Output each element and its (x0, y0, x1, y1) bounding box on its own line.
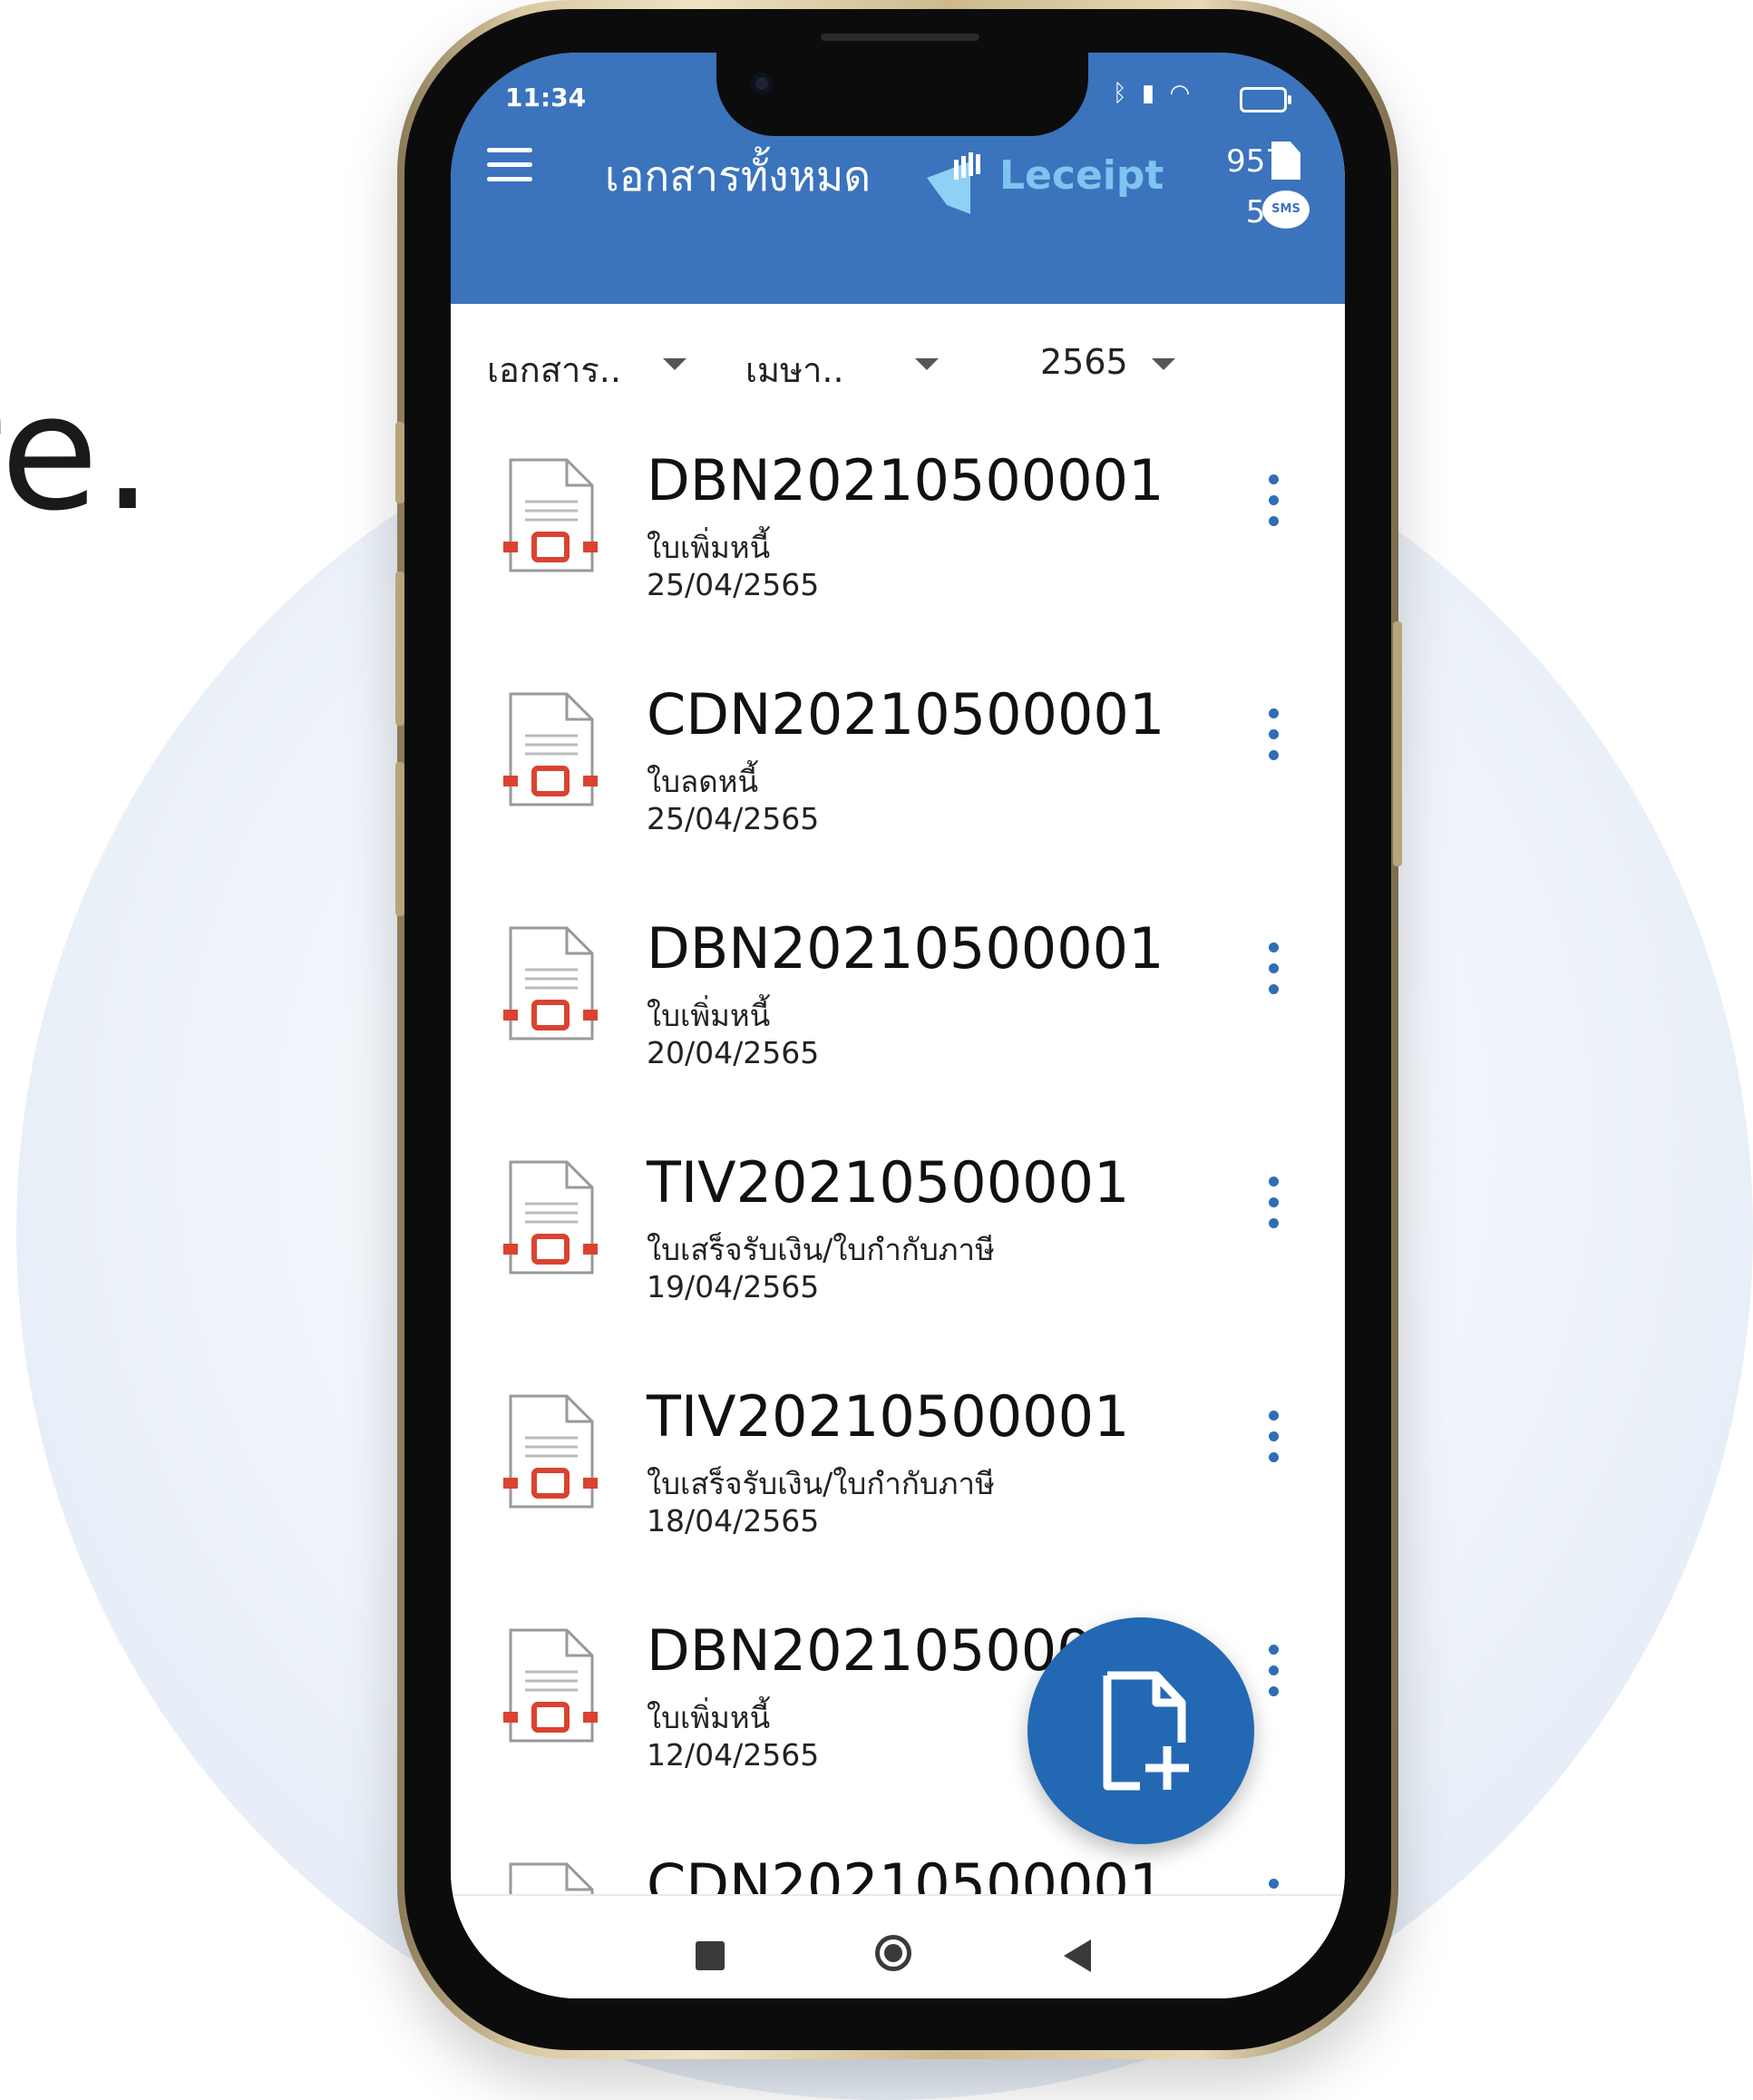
phone-speaker (821, 34, 979, 41)
document-type: ใบเพิ่มหนี้ (647, 1700, 771, 1735)
add-document-button[interactable] (1027, 1617, 1254, 1844)
document-number: DBN20210500001 (647, 915, 1164, 982)
list-item[interactable]: TIV20210500001 ใบเสร็จรับเงิน/ใบกำกับภาษ… (451, 1124, 1345, 1361)
signal-icon: ▮ (1141, 80, 1159, 107)
back-icon[interactable] (1064, 1939, 1091, 1972)
more-vertical-icon[interactable] (1263, 1645, 1283, 1706)
document-date: 20/04/2565 (647, 1035, 820, 1070)
recent-apps-icon[interactable] (696, 1941, 725, 1970)
filter-bar: เอกสาร.. เมษา.. 2565 (451, 304, 1345, 422)
menu-button[interactable] (487, 148, 532, 182)
document-date: 18/04/2565 (647, 1503, 820, 1538)
leceipt-logo-text: Leceipt (999, 152, 1164, 199)
bluetooth-icon: ᛒ (1113, 80, 1131, 107)
phone-volume-down (395, 762, 404, 916)
list-item[interactable]: DBN20210500001 ใบเพิ่มหนี้ 25/04/2565 (451, 422, 1345, 659)
pdf-document-icon (503, 458, 598, 572)
headline-text: re. (0, 360, 157, 546)
phone-power-button (1393, 621, 1402, 866)
pdf-document-icon (503, 926, 598, 1040)
battery-icon (1240, 87, 1291, 112)
document-number: TIV20210500001 (647, 1383, 1130, 1450)
document-number: CDN20210500001 (647, 681, 1165, 747)
pdf-document-icon (503, 1628, 598, 1743)
phone-volume-up (395, 571, 404, 726)
more-vertical-icon[interactable] (1263, 1177, 1283, 1238)
document-type: ใบเพิ่มหนี้ (647, 998, 771, 1033)
phone-notch (716, 53, 1088, 136)
system-nav-bar (451, 1894, 1345, 1998)
page-title: เอกสารทั้งหมด (605, 151, 872, 200)
wifi-icon: ◠ (1169, 80, 1194, 107)
chevron-down-icon[interactable] (1152, 358, 1175, 370)
more-vertical-icon[interactable] (1263, 474, 1283, 536)
document-date: 19/04/2565 (647, 1269, 820, 1304)
pdf-document-icon (503, 1160, 598, 1275)
document-number: TIV20210500001 (647, 1149, 1130, 1216)
month-dropdown[interactable]: เมษา.. (745, 342, 844, 397)
list-item[interactable]: CDN20210500001 ใบลดหนี้ 25/04/2565 (451, 656, 1345, 893)
add-document-icon (1103, 1671, 1189, 1791)
more-vertical-icon[interactable] (1263, 943, 1283, 1004)
chevron-down-icon[interactable] (915, 358, 939, 370)
chevron-down-icon[interactable] (663, 358, 687, 370)
document-number: DBN20210500001 (647, 447, 1164, 513)
document-type: ใบเสร็จรับเงิน/ใบกำกับภาษี (647, 1466, 995, 1501)
status-icons: ᛒ ▮ ◠ (1113, 80, 1193, 107)
status-time: 11:34 (505, 83, 587, 112)
document-type-dropdown[interactable]: เอกสาร.. (487, 342, 621, 397)
pdf-document-icon (503, 692, 598, 806)
document-type: ใบเสร็จรับเงิน/ใบกำกับภาษี (647, 1232, 995, 1267)
document-date: 25/04/2565 (647, 567, 820, 602)
document-type: ใบลดหนี้ (647, 764, 759, 799)
more-vertical-icon[interactable] (1263, 708, 1283, 770)
list-item[interactable]: DBN20210500001 ใบเพิ่มหนี้ 20/04/2565 (451, 890, 1345, 1127)
more-vertical-icon[interactable] (1263, 1411, 1283, 1472)
list-item[interactable]: TIV20210500001 ใบเสร็จรับเงิน/ใบกำกับภาษ… (451, 1358, 1345, 1595)
document-type: ใบเพิ่มหนี้ (647, 530, 771, 565)
home-icon[interactable] (875, 1935, 911, 1971)
year-dropdown[interactable]: 2565 (1040, 342, 1128, 382)
leceipt-logo-icon (927, 152, 980, 214)
pdf-document-icon (503, 1394, 598, 1509)
front-camera (751, 73, 773, 94)
document-date: 25/04/2565 (647, 801, 820, 836)
phone-screen: 11:34 ᛒ ▮ ◠ เอกสารทั้งหมด Leceipt 957 50… (451, 53, 1345, 1998)
sms-bubble-icon: SMS (1262, 190, 1310, 229)
phone-mute-switch (395, 422, 404, 503)
document-date: 12/04/2565 (647, 1737, 820, 1773)
